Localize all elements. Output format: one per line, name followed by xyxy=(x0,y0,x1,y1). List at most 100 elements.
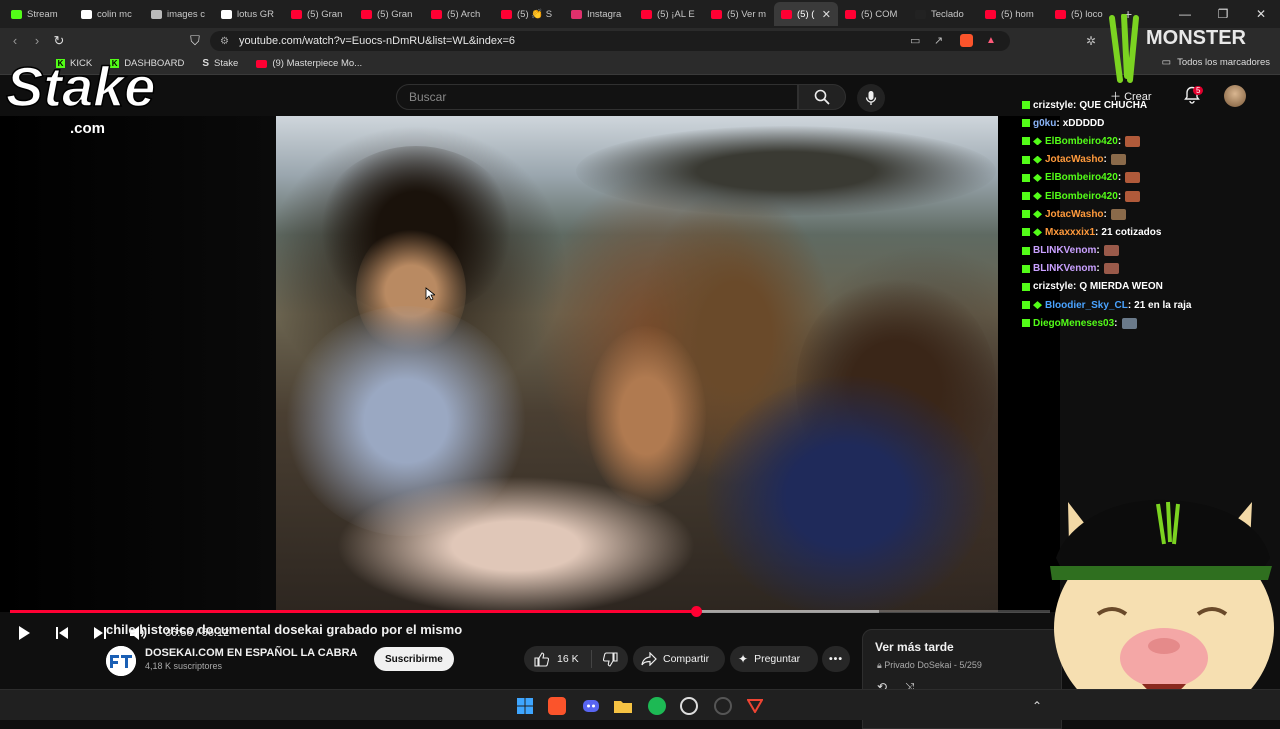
browser-tab[interactable]: Instagra xyxy=(564,2,634,26)
video-frame[interactable] xyxy=(276,116,998,612)
chat-separator: : xyxy=(1103,154,1107,166)
windows-start-icon[interactable] xyxy=(516,697,534,715)
tab-favicon-icon xyxy=(291,9,302,19)
like-button[interactable]: 16 K xyxy=(524,650,592,668)
progress-bar[interactable] xyxy=(10,606,1050,617)
browser-tab[interactable]: Stream xyxy=(4,2,74,26)
stream-chat-overlay: crizstyle : QUE CHUCHA g0ku : xDDDDD ElBombe… xyxy=(1022,96,1272,332)
scrubber-handle[interactable] xyxy=(690,606,702,617)
browser-tab[interactable]: images c xyxy=(144,2,214,26)
discord-icon[interactable] xyxy=(582,697,600,715)
kick-badge-icon xyxy=(1022,137,1030,146)
kick-badge-icon xyxy=(1022,119,1030,128)
chat-message: ElBombeiro420 : xyxy=(1022,187,1272,205)
bookmark-page-icon[interactable]: ⛉ xyxy=(184,33,206,49)
file-explorer-icon[interactable] xyxy=(614,697,632,715)
browser-tab[interactable]: (5) hom xyxy=(978,2,1048,26)
kick-badge-icon xyxy=(1022,264,1030,273)
chat-emote-icon xyxy=(1125,190,1141,202)
play-button[interactable] xyxy=(5,625,43,641)
chat-message: DiegoMeneses03 : xyxy=(1022,314,1272,332)
browser-tab[interactable]: (5) ¡AL E xyxy=(634,2,704,26)
chat-message: ElBombeiro420 : xyxy=(1022,132,1272,150)
back-icon[interactable]: ‹ xyxy=(4,33,26,48)
video-player[interactable]: 36:56 / 56:12 xyxy=(0,116,1060,640)
like-dislike-group: 16 K xyxy=(524,646,628,672)
search-input[interactable]: Buscar xyxy=(396,84,798,110)
tab-favicon-icon xyxy=(1055,9,1066,19)
tab-favicon-icon xyxy=(641,9,652,19)
extensions-icon[interactable]: ✲ xyxy=(1086,34,1096,48)
chat-message: JotacWasho : xyxy=(1022,205,1272,223)
browser-tab[interactable]: (5) (✕ xyxy=(774,2,838,26)
tray-chevron-icon[interactable]: ⌃ xyxy=(1028,697,1046,715)
cast-icon[interactable]: ▭ xyxy=(910,34,920,47)
browser-tab[interactable]: lotus GR xyxy=(214,2,284,26)
subscribe-button[interactable]: Suscribirme xyxy=(374,647,454,671)
next-icon xyxy=(94,627,106,639)
tab-favicon-icon xyxy=(845,9,856,19)
brave-shield-icon[interactable] xyxy=(960,34,973,47)
playlist-title: Ver más tarde xyxy=(875,640,954,654)
share-page-icon[interactable]: ↗ xyxy=(934,34,943,47)
tab-label: Instagra xyxy=(587,8,622,20)
browser-tab-bar: Stream colin mc images c lotus GR (5) Gran (5… xyxy=(0,0,1280,28)
tab-label: (5) ¡AL E xyxy=(657,8,695,20)
spotify-icon[interactable] xyxy=(648,697,666,715)
dislike-button[interactable] xyxy=(592,651,628,667)
thumbs-up-icon xyxy=(534,651,549,667)
arrow-cursor-icon xyxy=(425,287,437,301)
browser-tab[interactable]: (5) Gran xyxy=(354,2,424,26)
playlist-subtitle: 🔒︎ Privado DoSekai - 5/259 xyxy=(877,660,982,670)
browser-tab[interactable]: (5) COM xyxy=(838,2,908,26)
chat-message: Bloodier_Sky_CL :21 en la raja xyxy=(1022,296,1272,314)
browser-tab[interactable]: Teclado xyxy=(908,2,978,26)
tab-favicon-icon xyxy=(571,9,582,19)
site-info-icon[interactable]: ⚙ xyxy=(220,36,229,47)
chat-text: QUE CHUCHA xyxy=(1079,99,1148,111)
play-icon xyxy=(19,626,30,640)
kick-badge-icon xyxy=(1022,101,1030,110)
channel-avatar[interactable] xyxy=(106,646,136,676)
chrome-icon[interactable] xyxy=(680,697,698,715)
browser-tab[interactable]: (5) Arch xyxy=(424,2,494,26)
tab-favicon-icon xyxy=(11,9,22,19)
ask-button[interactable]: ✦ Preguntar xyxy=(730,646,818,672)
forward-icon[interactable]: › xyxy=(26,33,48,48)
url-field[interactable]: ⚙ youtube.com/watch?v=Euocs-nDmRU&list=W… xyxy=(210,31,1010,51)
chat-username: ElBombeiro420 xyxy=(1045,135,1118,147)
chat-emote-icon xyxy=(1110,154,1126,166)
obs-icon[interactable] xyxy=(714,697,732,715)
bookmark-item[interactable]: S Stake xyxy=(202,58,238,69)
close-tab-icon[interactable]: ✕ xyxy=(822,8,831,21)
voice-search-button[interactable] xyxy=(857,84,885,112)
tab-label: images c xyxy=(167,8,206,20)
chat-separator: : xyxy=(1096,263,1100,275)
subscriber-badge-icon xyxy=(1033,155,1042,164)
player-letterbox xyxy=(0,116,276,612)
brave-rewards-icon[interactable]: ▲ xyxy=(986,35,996,46)
chat-separator: : xyxy=(1095,226,1099,238)
kick-badge-icon xyxy=(1022,155,1030,164)
tab-label: (5) loco xyxy=(1071,8,1103,20)
previous-button[interactable] xyxy=(43,626,81,640)
kick-badge-icon xyxy=(1022,173,1030,182)
browser-tab[interactable]: (5) 👏 S xyxy=(494,2,564,26)
browser-tab[interactable]: colin mc xyxy=(74,2,144,26)
reload-icon[interactable]: ↻ xyxy=(48,33,70,49)
browser-tab[interactable]: (5) Ver m xyxy=(704,2,774,26)
sparkle-icon: ✦ xyxy=(738,652,749,666)
channel-logo-icon xyxy=(106,646,136,676)
chat-emote-icon xyxy=(1121,317,1137,329)
kick-badge-icon xyxy=(1022,282,1030,291)
app-triangle-icon[interactable] xyxy=(746,697,764,715)
chat-username: DiegoMeneses03 xyxy=(1033,317,1115,329)
browser-tab[interactable]: (5) Gran xyxy=(284,2,354,26)
bookmark-item[interactable]: (9) Masterpiece Mo... xyxy=(256,58,362,69)
share-button[interactable]: Compartir xyxy=(633,646,725,672)
brave-browser-icon[interactable] xyxy=(548,697,566,715)
played-bar xyxy=(10,610,696,613)
more-actions-button[interactable]: ••• xyxy=(822,646,850,672)
channel-name[interactable]: DOSEKAI.COM EN ESPAÑOL LA CABRA xyxy=(145,647,357,659)
search-button[interactable] xyxy=(798,84,846,110)
